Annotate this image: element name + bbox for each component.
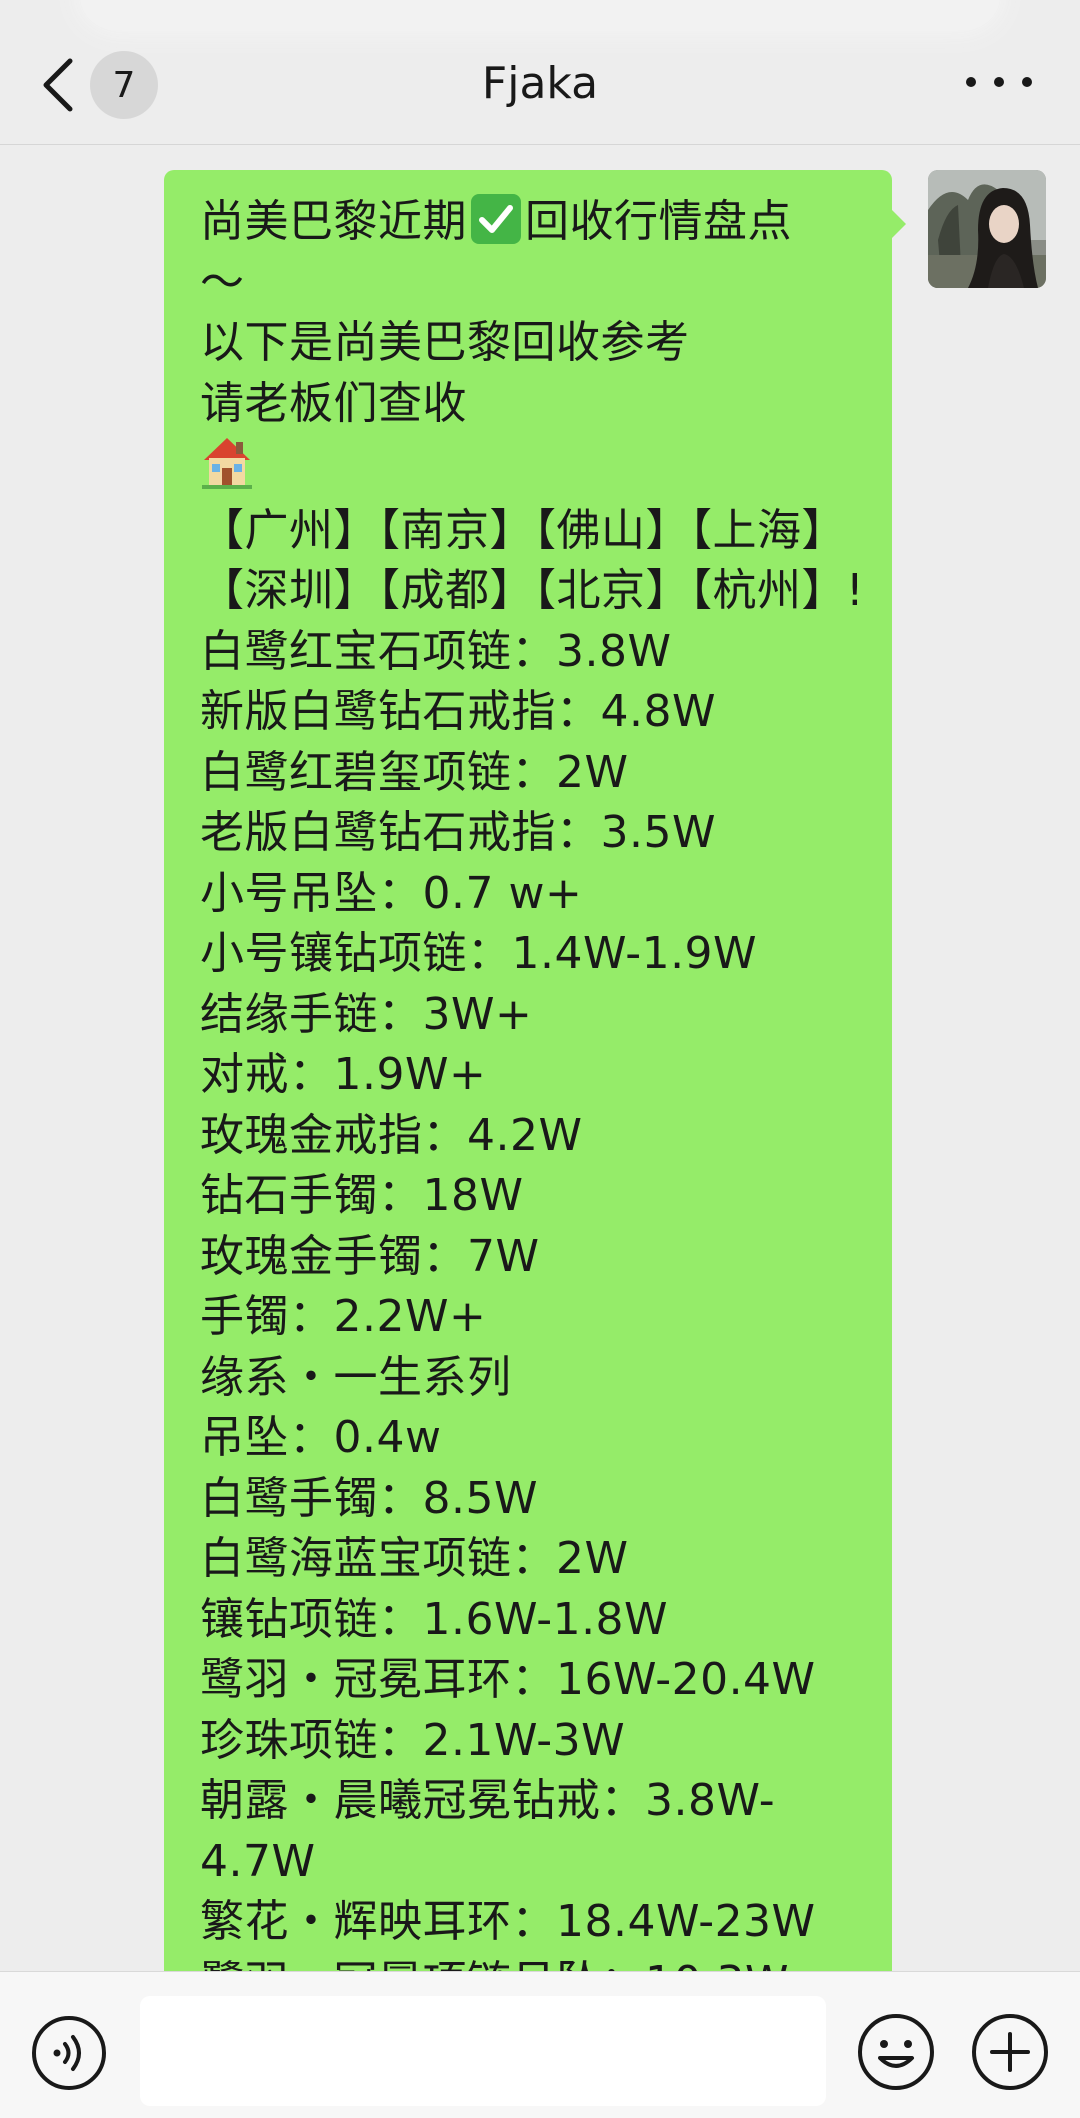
chat-title: Fjaka — [481, 58, 599, 109]
chevron-left-icon — [43, 58, 73, 112]
message-line: 手镯：2.2W+ — [200, 1291, 487, 1342]
message-line: 镶钻项链：1.6W-1.8W — [200, 1593, 669, 1645]
status-area — [80, 0, 1000, 30]
message-line: 朝露・晨曦冠冕钻戒：3.8W- — [200, 1775, 776, 1826]
message-line: 小号镶钻项链：1.4W-1.9W — [200, 928, 758, 979]
message-line: 繁花・辉映耳环：18.4W-23W — [200, 1896, 816, 1947]
message-line: 白鹭红宝石项链：3.8W — [200, 625, 672, 677]
message-line: 尚美巴黎近期 回收行情盘点 — [200, 194, 792, 247]
message-line: 珍珠项链：2.1W-3W — [200, 1714, 626, 1766]
voice-icon[interactable] — [30, 2014, 108, 2092]
message-line: 4.7W — [200, 1835, 316, 1887]
message-line: 白鹭手镯：8.5W — [200, 1472, 538, 1524]
ellipsis-icon — [966, 77, 976, 87]
message-line: 对戒：1.9W+ — [200, 1049, 487, 1100]
message-line: 【深圳】【成都】【北京】【杭州】! — [200, 565, 865, 616]
chat-screen: 7 Fjaka 尚美巴黎近期 回收行情盘点 ～ 以下是尚美巴黎回收参考 请老板们… — [0, 0, 1080, 2118]
message-line: 玫瑰金手镯：7W — [200, 1230, 540, 1282]
message-input[interactable] — [140, 1996, 826, 2106]
message-line: 小号吊坠：0.7 w+ — [200, 867, 583, 919]
avatar[interactable] — [928, 170, 1046, 288]
message-line: 钻石手镯：18W — [200, 1170, 524, 1221]
message-line: 【广州】【南京】【佛山】【上海】 — [200, 504, 846, 556]
message-line: 鹭羽・冠冕耳环：16W-20.4W — [200, 1654, 816, 1705]
more-button[interactable] — [966, 64, 1032, 100]
message-line: 白鹭红碧玺项链：2W — [200, 746, 629, 798]
unread-count-badge: 7 — [90, 51, 158, 119]
message-line: 新版白鹭钻石戒指：4.8W — [200, 686, 716, 737]
avatar-photo — [928, 170, 1046, 288]
message-line: ～ — [200, 256, 245, 308]
plus-icon[interactable] — [970, 2012, 1050, 2092]
message-line: 鹭羽・冠冕项链吊坠：10.3W — [200, 1953, 862, 1972]
message-line: 白鹭海蓝宝项链：2W — [200, 1533, 629, 1584]
message-line: 吊坠：0.4w — [200, 1412, 442, 1463]
message-list[interactable]: 尚美巴黎近期 回收行情盘点 ～ 以下是尚美巴黎回收参考 请老板们查收 【广州】【南… — [0, 145, 1080, 1971]
message-line: 请老板们查收 — [200, 377, 467, 429]
chat-input-bar — [0, 1971, 1080, 2118]
message-line: 结缘手链：3W+ — [200, 988, 533, 1040]
back-button[interactable]: 7 — [40, 51, 190, 119]
message-line: 老版白鹭钻石戒指：3.5W — [200, 807, 716, 858]
message-bubble[interactable]: 尚美巴黎近期 回收行情盘点 ～ 以下是尚美巴黎回收参考 请老板们查收 【广州】【南… — [164, 170, 906, 1972]
message-line: 以下是尚美巴黎回收参考 — [200, 317, 690, 368]
emoji-icon[interactable] — [856, 2012, 936, 2092]
message-line: 玫瑰金戒指：4.2W — [200, 1109, 583, 1161]
chat-header: 7 Fjaka — [0, 0, 1080, 145]
message-line: 缘系・一生系列 — [200, 1351, 512, 1403]
check-mark-emoji-icon — [471, 194, 521, 244]
house-emoji-icon — [202, 438, 252, 489]
message-line — [200, 434, 862, 501]
